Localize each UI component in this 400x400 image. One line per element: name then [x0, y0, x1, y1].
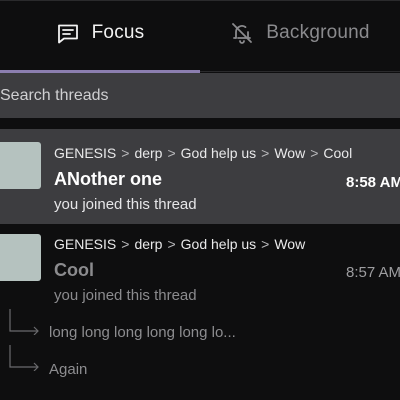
thread-title: Cool [54, 260, 94, 280]
tab-background[interactable]: Background [200, 0, 400, 74]
tab-focus[interactable]: Focus [0, 0, 200, 74]
reply-branch-icon [9, 309, 39, 335]
search-input[interactable] [0, 73, 400, 118]
breadcrumb-item: GENESIS [54, 236, 117, 252]
tab-focus-label: Focus [91, 22, 145, 43]
breadcrumb-item: Wow [274, 145, 306, 161]
reply-item[interactable]: Again [0, 345, 400, 378]
breadcrumb-item: derp [134, 236, 163, 252]
breadcrumb-separator: > [261, 145, 270, 161]
thread-subtitle: you joined this thread [54, 287, 197, 304]
thread-time: 8:57 AM [346, 264, 400, 281]
breadcrumb-separator: > [167, 145, 176, 161]
breadcrumb-item: Cool [323, 145, 353, 161]
breadcrumb: GENESIS > derp > God help us > Wow > Cool [54, 145, 352, 161]
search-bar [0, 73, 400, 118]
reply-label: Again [49, 361, 88, 378]
thread-subtitle: you joined this thread [54, 196, 197, 213]
breadcrumb: GENESIS > derp > God help us > Wow [54, 236, 305, 252]
reply-label: long long long long long lo... [49, 324, 236, 341]
message-square-icon [56, 21, 80, 45]
reply-branch-icon [9, 345, 39, 371]
tab-bar: Focus Background [0, 0, 400, 74]
breadcrumb-item: GENESIS [54, 145, 117, 161]
breadcrumb-separator: > [121, 236, 130, 252]
thread-title: ANother one [54, 169, 162, 189]
breadcrumb-separator: > [121, 145, 130, 161]
breadcrumb-separator: > [167, 236, 176, 252]
breadcrumb-separator: > [310, 145, 319, 161]
reply-item[interactable]: long long long long long lo... [0, 309, 400, 341]
thread-row[interactable]: GENESIS > derp > God help us > Wow > Cool ANothe… [0, 129, 400, 224]
threads-screen: Focus Background GENESIS>derp>God help u… [0, 0, 400, 400]
breadcrumb-item: derp [134, 145, 163, 161]
avatar [0, 142, 41, 189]
thread-time: 8:58 AM [346, 174, 400, 191]
tab-underline-track [200, 71, 400, 72]
tab-background-label: Background [266, 22, 370, 43]
breadcrumb-item: God help us [180, 236, 257, 252]
bell-off-icon [230, 21, 254, 45]
breadcrumb-item: God help us [180, 145, 257, 161]
thread-row[interactable]: GENESIS > derp > God help us > Wow Cool 8:57 A… [0, 224, 400, 310]
avatar [0, 234, 41, 281]
breadcrumb-item: Wow [274, 236, 306, 252]
breadcrumb-separator: > [261, 236, 270, 252]
